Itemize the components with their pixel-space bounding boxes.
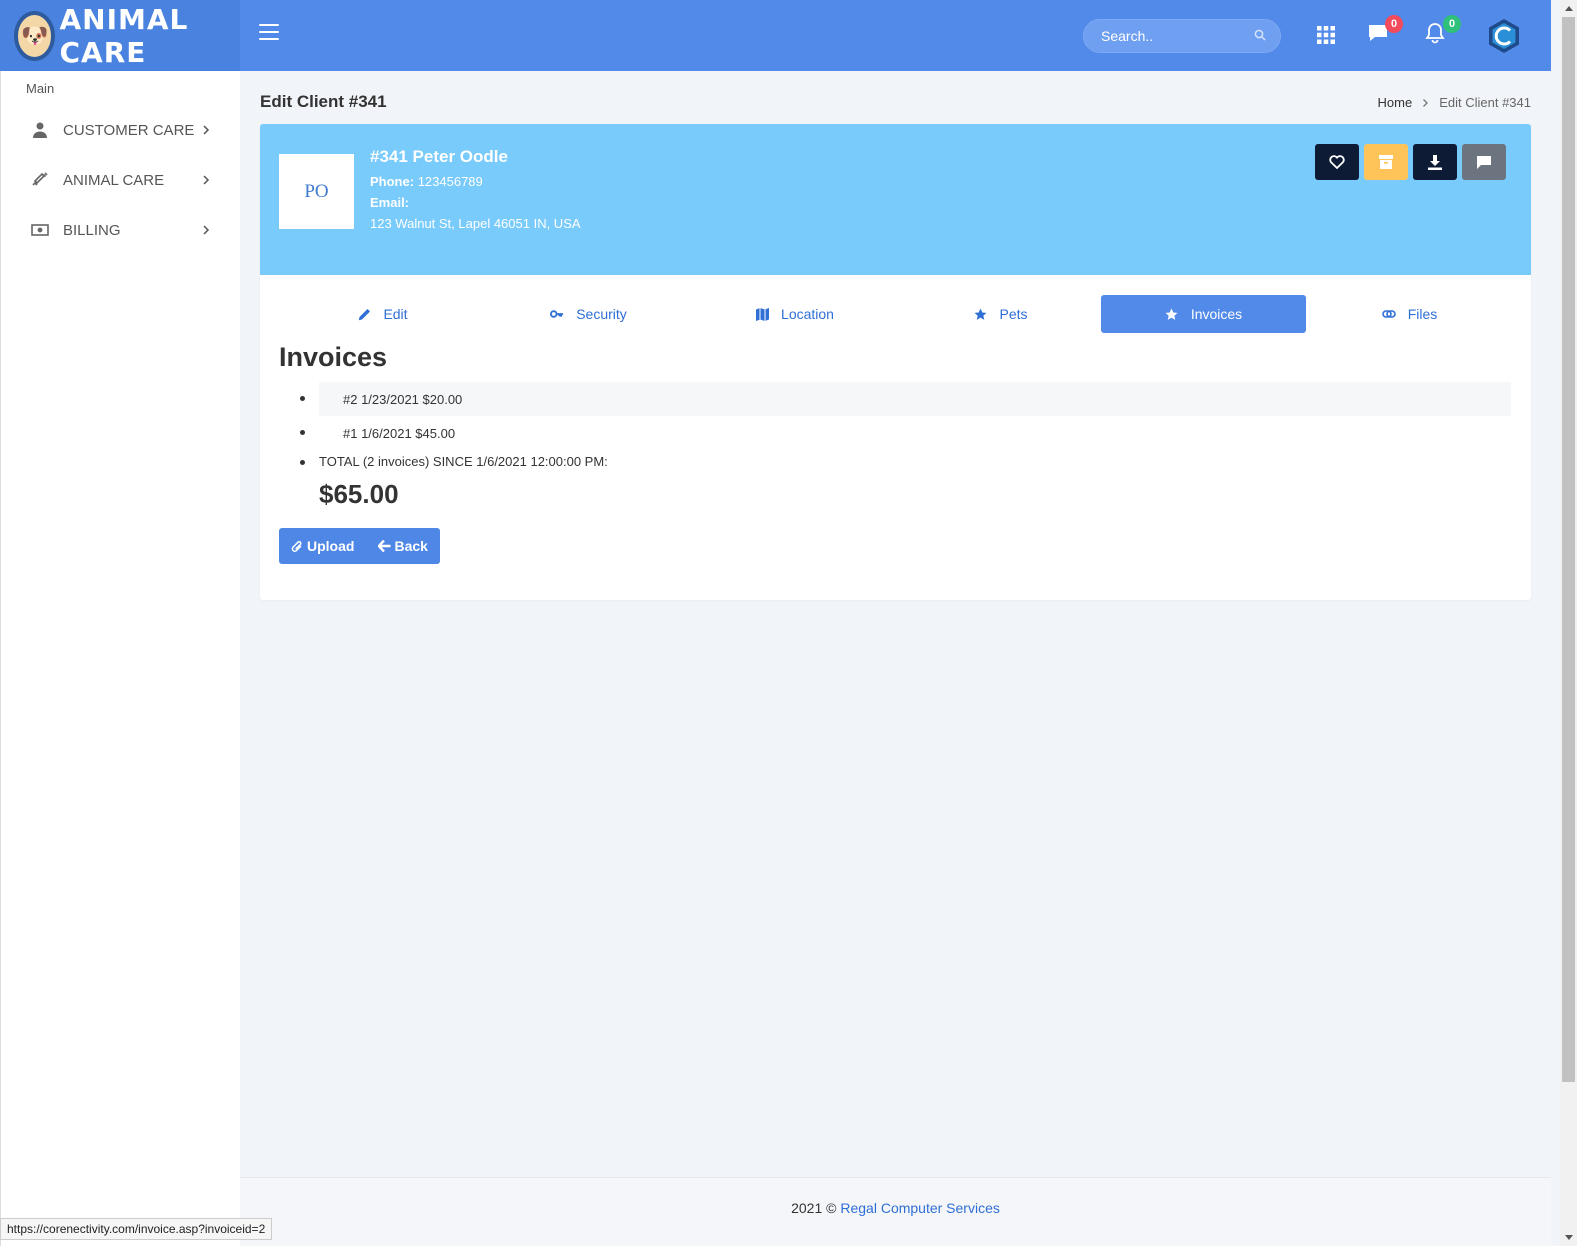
- arrow-left-icon: [378, 540, 391, 553]
- footer-copyright: 2021 ©: [791, 1200, 837, 1216]
- star-icon: [1165, 307, 1179, 321]
- browser-status-url: https://corenectivity.com/invoice.asp?in…: [0, 1218, 273, 1240]
- upload-button[interactable]: Upload: [279, 528, 366, 564]
- client-card: PO #341 Peter Oodle Phone: 123456789 Ema…: [260, 124, 1531, 600]
- search-input[interactable]: [1084, 20, 1244, 52]
- tab-edit[interactable]: Edit: [280, 295, 485, 333]
- tab-invoices[interactable]: Invoices: [1101, 295, 1306, 333]
- back-button[interactable]: Back: [366, 528, 439, 564]
- money-icon: [31, 221, 49, 239]
- client-email: Email:: [370, 195, 410, 210]
- link-icon: [1381, 307, 1396, 321]
- action-buttons: Upload Back: [279, 528, 440, 564]
- download-button[interactable]: [1413, 144, 1457, 180]
- client-actions: [1315, 144, 1506, 180]
- archive-icon: [1379, 155, 1393, 169]
- breadcrumb: Home Edit Client #341: [1378, 95, 1531, 110]
- invoices-heading: Invoices: [279, 342, 388, 372]
- bell-icon: [1425, 23, 1445, 44]
- client-tabs: Edit Security Location Pets Invoices Fil…: [260, 295, 1531, 333]
- client-avatar: PO: [279, 154, 354, 229]
- list-item: #2 1/23/2021 $20.00: [300, 382, 1511, 416]
- list-item: #1 1/6/2021 $45.00: [300, 416, 1511, 450]
- client-info: #341 Peter Oodle Phone: 123456789 Email:…: [370, 147, 581, 237]
- dog-cat-logo-icon: 🐶: [14, 10, 56, 61]
- apps-grid-icon[interactable]: [1317, 26, 1335, 44]
- invoice-total-amount: $65.00: [319, 479, 399, 509]
- messages-button[interactable]: 0: [1367, 15, 1403, 48]
- map-icon: [755, 307, 769, 321]
- footer: 2021 © Regal Computer Services: [240, 1177, 1551, 1246]
- scroll-up-icon[interactable]: [1560, 0, 1577, 17]
- breadcrumb-home-link[interactable]: Home: [1378, 95, 1413, 110]
- invoice-link[interactable]: #1 1/6/2021 $45.00: [319, 416, 1511, 450]
- heart-icon: [1329, 155, 1345, 169]
- invoice-total-label: TOTAL (2 invoices) SINCE 1/6/2021 12:00:…: [300, 450, 1511, 476]
- sidebar-item-label: BILLING: [63, 221, 121, 239]
- sidebar-item-billing[interactable]: BILLING: [1, 205, 240, 255]
- sidebar-item-customer-care[interactable]: CUSTOMER CARE: [1, 105, 240, 155]
- chevron-right-icon: [1423, 98, 1429, 107]
- download-icon: [1428, 154, 1442, 170]
- user-icon: [31, 121, 49, 139]
- search-icon[interactable]: [1254, 29, 1266, 41]
- breadcrumb-current: Edit Client #341: [1439, 95, 1531, 110]
- invoice-link[interactable]: #2 1/23/2021 $20.00: [319, 382, 1511, 416]
- client-profile-banner: PO #341 Peter Oodle Phone: 123456789 Ema…: [260, 124, 1531, 275]
- sidebar-item-animal-care[interactable]: ANIMAL CARE: [1, 155, 240, 205]
- top-bar: 🐶 ANIMAL CARE 0 0: [0, 0, 1551, 71]
- pencil-icon: [357, 307, 371, 321]
- notifications-badge: 0: [1443, 15, 1461, 33]
- brand-name: ANIMAL CARE: [59, 2, 189, 69]
- scroll-down-icon[interactable]: [1560, 1229, 1577, 1246]
- client-phone: Phone: 123456789: [370, 174, 483, 189]
- sidebar: Main CUSTOMER CARE ANIMAL CARE BILLING: [0, 71, 240, 1246]
- page-title: Edit Client #341: [260, 92, 387, 111]
- scrollbar-thumb[interactable]: [1562, 17, 1575, 1082]
- paperclip-icon: [291, 540, 304, 553]
- archive-button[interactable]: [1364, 144, 1408, 180]
- messages-badge: 0: [1385, 15, 1403, 33]
- chevron-right-icon: [203, 175, 210, 185]
- tab-location[interactable]: Location: [692, 295, 897, 333]
- brand-logo[interactable]: 🐶 ANIMAL CARE: [0, 0, 240, 71]
- star-icon: [973, 307, 987, 321]
- sidebar-section-label: Main: [26, 81, 55, 96]
- sidebar-item-label: ANIMAL CARE: [63, 171, 165, 189]
- footer-company-link[interactable]: Regal Computer Services: [840, 1200, 1000, 1216]
- favorite-button[interactable]: [1315, 144, 1359, 180]
- message-button[interactable]: [1462, 144, 1506, 180]
- sidebar-item-label: CUSTOMER CARE: [63, 121, 195, 139]
- search-box: [1083, 19, 1281, 53]
- chevron-right-icon: [203, 125, 210, 135]
- syringe-icon: [31, 171, 49, 189]
- client-address: 123 Walnut St, Lapel 46051 IN, USA: [370, 216, 581, 231]
- chevron-right-icon: [203, 225, 210, 235]
- tab-security[interactable]: Security: [486, 295, 691, 333]
- user-avatar-icon[interactable]: [1486, 18, 1522, 54]
- client-name: #341 Peter Oodle: [370, 147, 508, 166]
- comment-icon: [1477, 155, 1491, 169]
- vertical-scrollbar[interactable]: [1560, 0, 1577, 1246]
- tab-pets[interactable]: Pets: [898, 295, 1103, 333]
- key-icon: [550, 307, 564, 321]
- tab-files[interactable]: Files: [1307, 295, 1512, 333]
- menu-toggle-icon[interactable]: [259, 24, 279, 42]
- notifications-button[interactable]: 0: [1425, 15, 1461, 48]
- invoice-list: #2 1/23/2021 $20.00 #1 1/6/2021 $45.00 T…: [300, 382, 1511, 476]
